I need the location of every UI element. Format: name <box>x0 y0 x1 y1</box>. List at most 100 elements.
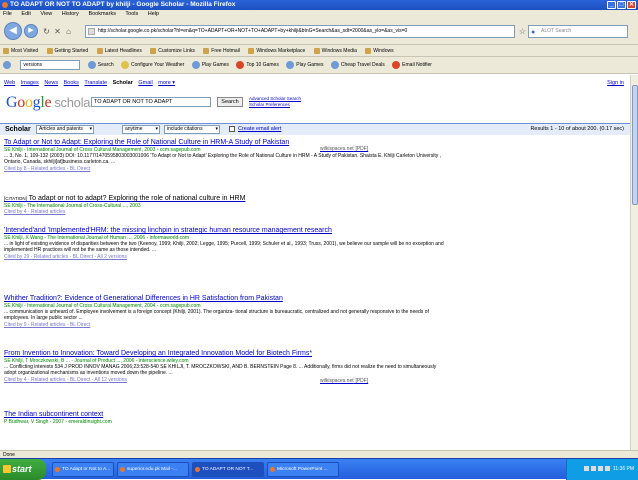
result-links[interactable]: Cited by 29 - Related articles - BL Dire… <box>4 254 444 260</box>
reload-icon[interactable]: ↻ <box>42 27 51 36</box>
toolbar-top10-games[interactable]: Top 10 Games <box>236 57 279 73</box>
taskbar-item-active[interactable]: TO ADAPT OR NOT T... <box>192 462 264 477</box>
bookmark-getting-started[interactable]: Getting Started <box>46 45 88 56</box>
email-alert-icon[interactable] <box>229 126 235 132</box>
result-links[interactable]: Cited by 4 - Related articles <box>4 209 444 215</box>
result-item: 'Intended'and 'Implemented'HRM: the miss… <box>4 227 444 290</box>
start-button[interactable]: start <box>0 459 46 480</box>
bookmark-icon <box>150 47 157 54</box>
bookmark-free-hotmail[interactable]: Free Hotmail <box>203 45 240 56</box>
toolbar-search-button[interactable]: Search <box>87 57 114 73</box>
result-item: From Invention to Innovation: Toward Dev… <box>4 350 444 406</box>
filter-articles-select[interactable]: Articles and patents <box>36 125 94 134</box>
menu-bookmarks[interactable]: Bookmarks <box>88 11 116 17</box>
result-title-link[interactable]: Whither Tradition?: Evidence of Generati… <box>4 295 444 303</box>
menu-tools[interactable]: Tools <box>125 11 138 17</box>
filter-time-select[interactable]: anytime <box>122 125 160 134</box>
create-email-alert-link[interactable]: Create email alert <box>238 124 281 135</box>
menu-edit[interactable]: Edit <box>21 11 30 17</box>
bookmark-icon <box>365 47 372 54</box>
menu-help[interactable]: Help <box>148 11 159 17</box>
gbar-images[interactable]: Images <box>21 80 39 86</box>
bookmark-latest-headlines[interactable]: Latest Headlines <box>96 45 142 56</box>
tray-icon[interactable] <box>583 466 589 472</box>
forward-button[interactable]: ▶ <box>24 24 38 38</box>
bookmarks-toolbar: Most Visited Getting Started Latest Head… <box>0 45 638 57</box>
url-text: http://scholar.google.co.pk/scholar?hl=e… <box>98 28 408 34</box>
google-scholar-logo[interactable]: Google scholar <box>6 94 94 112</box>
close-button[interactable]: ✕ <box>627 1 636 9</box>
status-bar: Done <box>0 450 638 458</box>
toolbar-play-games[interactable]: Play Games <box>191 57 229 73</box>
page-content: Web Images News Books Translate Scholar … <box>0 75 630 450</box>
result-title: To adapt or not to adapt? Exploring the … <box>28 195 246 202</box>
bookmark-windows[interactable]: Windows <box>365 45 394 56</box>
tray-icon[interactable] <box>590 466 596 472</box>
result-snippet: ... Conflicting interests 534 J PROD INN… <box>4 364 437 377</box>
taskbar-item[interactable]: Microsoft PowerPoint ... <box>267 462 339 477</box>
tray-icon[interactable] <box>604 466 610 472</box>
browser-icon <box>120 467 125 472</box>
home-icon[interactable]: ⌂ <box>64 27 73 36</box>
travel-icon <box>330 60 339 69</box>
menu-history[interactable]: History <box>62 11 79 17</box>
result-title-link[interactable]: To Adapt or Not to Adapt: Exploring the … <box>4 139 444 147</box>
scrollbar-thumb[interactable] <box>632 85 638 205</box>
result-links[interactable]: Cited by 9 - Related articles - BL Direc… <box>4 322 444 328</box>
result-title-link[interactable]: 'Intended'and 'Implemented'HRM: the miss… <box>4 227 444 235</box>
star-icon[interactable]: ☆ <box>518 27 527 36</box>
minimize-button[interactable]: _ <box>607 1 616 9</box>
toolbar-weather[interactable]: Configure Your Weather <box>121 57 184 73</box>
toolbar-email-notifier[interactable]: Email Notifier <box>392 57 432 73</box>
filter-citations-select[interactable]: include citations <box>164 125 220 134</box>
gbar-gmail[interactable]: Gmail <box>138 80 152 86</box>
bookmark-windows-media[interactable]: Windows Media <box>313 45 357 56</box>
search-icon <box>87 60 96 69</box>
gbar-news[interactable]: News <box>44 80 58 86</box>
gbar-web[interactable]: Web <box>4 80 15 86</box>
advanced-search-link[interactable]: Advanced Scholar Search <box>249 96 301 102</box>
toolbar-travel-deals[interactable]: Cheap Travel Deals <box>330 57 385 73</box>
bookmark-most-visited[interactable]: Most Visited <box>3 45 38 56</box>
tray-icon[interactable] <box>597 466 603 472</box>
scholar-preferences-link[interactable]: Scholar Preferences <box>249 102 301 108</box>
email-icon <box>392 60 401 69</box>
result-links[interactable]: Cited by 4 - Related articles - BL Direc… <box>4 377 444 383</box>
pdf-side-link[interactable]: wilkispaces.net [PDF] <box>320 145 368 152</box>
url-bar[interactable]: http://scholar.google.co.pk/scholar?hl=e… <box>85 25 515 38</box>
scholar-search-input[interactable]: TO ADAPT OR NOT TO ADAPT <box>91 97 211 107</box>
result-authors: P Budhwar, V Singh - 2007 - emeraldinsig… <box>4 419 112 425</box>
toolbar-search-input[interactable]: versions <box>20 59 81 70</box>
gbar-translate[interactable]: Translate <box>84 80 107 86</box>
vertical-scrollbar[interactable] <box>630 75 638 450</box>
result-title-link[interactable]: The Indian subcontinent context <box>4 411 444 419</box>
result-item: Whither Tradition?: Evidence of Generati… <box>4 295 444 345</box>
gbar-books[interactable]: Books <box>64 80 79 86</box>
taskbar-item[interactable]: TO Adapt or Not to A... <box>52 462 114 477</box>
menu-file[interactable]: File <box>3 11 12 17</box>
result-links[interactable]: Cited by 8 - Related articles - BL Direc… <box>4 166 444 172</box>
result-title-link[interactable]: From Invention to Innovation: Toward Dev… <box>4 350 444 358</box>
scholar-search-button[interactable]: Search <box>217 97 243 107</box>
stop-icon[interactable]: ✕ <box>53 27 62 36</box>
browser-search-input[interactable]: ● ALOT Search <box>528 25 628 38</box>
sign-in-link[interactable]: Sign in <box>607 80 624 86</box>
taskbar-item[interactable]: superior.edu.pk Mail -... <box>117 462 189 477</box>
bookmark-customize-links[interactable]: Customize Links <box>150 45 195 56</box>
result-snippet: ... in light of existing evidence of dis… <box>4 241 444 254</box>
back-button[interactable]: ◀ <box>4 22 22 40</box>
bookmark-windows-marketplace[interactable]: Windows Marketplace <box>248 45 305 56</box>
menu-view[interactable]: View <box>40 11 52 17</box>
results-bar: Scholar Articles and patents anytime inc… <box>0 123 630 135</box>
windows-taskbar: start TO Adapt or Not to A... superior.e… <box>0 458 638 480</box>
toolbar-logo-icon <box>3 60 11 69</box>
pdf-side-link[interactable]: wilkispaces.net [PDF] <box>320 377 368 384</box>
gbar-more[interactable]: more ▾ <box>158 80 175 86</box>
maximize-button[interactable]: □ <box>617 1 626 9</box>
pdf-tag: [PDF] <box>355 378 369 384</box>
google-bar: Web Images News Books Translate Scholar … <box>4 80 179 86</box>
result-item: [CITATION] To adapt or not to adapt? Exp… <box>4 195 444 222</box>
toolbar-play-games-2[interactable]: Play Games <box>286 57 323 73</box>
site-favicon <box>88 28 95 35</box>
search-engine-icon[interactable]: ● <box>531 27 535 38</box>
